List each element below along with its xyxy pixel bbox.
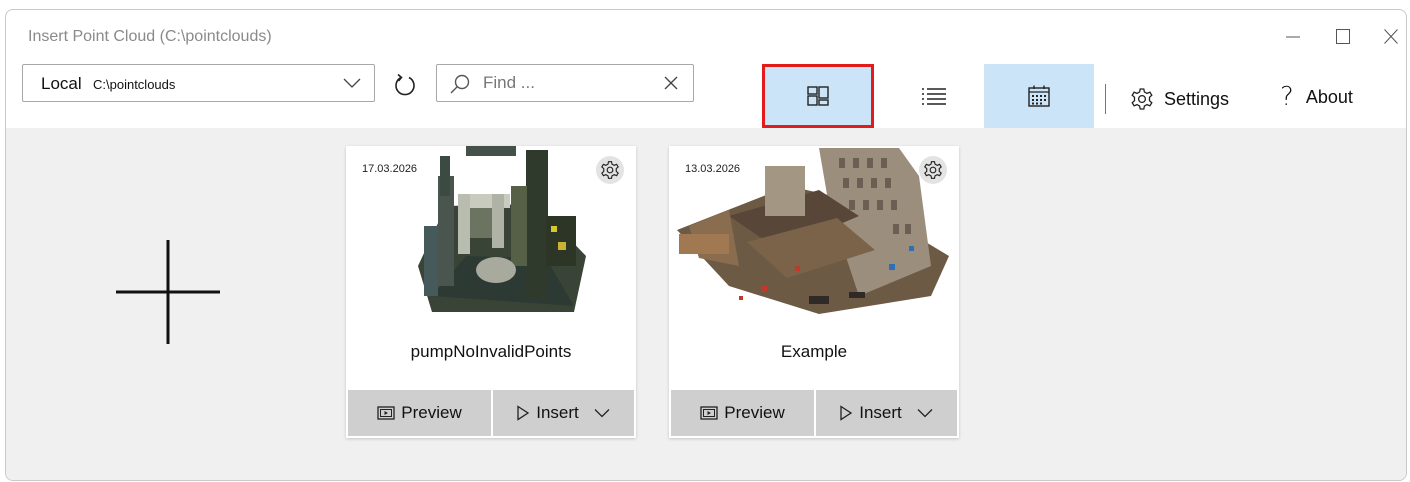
insert-point-cloud-window: Insert Point Cloud (C:\pointclouds) Loca…	[5, 9, 1407, 481]
point-cloud-thumbnail: 13.03.2026	[669, 146, 959, 316]
card-settings-button[interactable]	[596, 156, 624, 184]
maximize-icon	[1336, 29, 1350, 44]
preview-button[interactable]: Preview	[348, 390, 491, 436]
refresh-button[interactable]	[392, 72, 418, 98]
search-icon	[450, 74, 470, 94]
close-icon	[1384, 29, 1398, 44]
location-dropdown[interactable]: Local C:\pointclouds	[22, 64, 375, 102]
about-button[interactable]: ? About	[1280, 82, 1353, 112]
preview-button[interactable]: Preview	[671, 390, 814, 436]
search-box[interactable]	[436, 64, 694, 102]
point-cloud-card[interactable]: 17.03.2026 pumpNoInvalidPoints Preview I…	[346, 146, 636, 438]
calendar-icon	[1028, 85, 1050, 107]
card-date: 13.03.2026	[683, 162, 743, 176]
about-label: About	[1305, 86, 1353, 107]
toolbar-separator	[1105, 84, 1106, 114]
toolbar: Local C:\pointclouds Find ... Settings ?…	[6, 60, 1406, 128]
chevron-down-icon[interactable]	[916, 407, 934, 419]
preview-icon	[700, 406, 718, 420]
location-path: C:\pointclouds	[93, 77, 176, 92]
chevron-down-icon[interactable]	[593, 407, 611, 419]
card-actions: Preview Insert	[671, 390, 957, 436]
insert-label: Insert	[859, 403, 902, 422]
tile-view-button[interactable]	[762, 64, 874, 128]
chevron-down-icon	[343, 78, 361, 88]
preview-icon	[377, 406, 395, 420]
clear-search-icon[interactable]	[663, 75, 679, 91]
card-settings-button[interactable]	[919, 156, 947, 184]
gear-icon	[601, 161, 619, 179]
point-cloud-thumbnail: 17.03.2026	[346, 146, 636, 316]
card-name: pumpNoInvalidPoints	[410, 342, 572, 361]
location-label: Local	[41, 74, 82, 93]
list-view-icon	[922, 88, 946, 105]
preview-label: Preview	[724, 403, 785, 422]
close-button[interactable]	[1376, 24, 1406, 50]
list-view-button[interactable]	[886, 64, 982, 128]
title-bar: Insert Point Cloud (C:\pointclouds)	[6, 10, 1406, 60]
point-cloud-gallery: 17.03.2026 pumpNoInvalidPoints Preview I…	[6, 128, 1406, 480]
settings-button[interactable]: Settings	[1130, 84, 1229, 114]
gear-icon	[1131, 88, 1153, 110]
minimize-button[interactable]	[1278, 24, 1308, 50]
maximize-button[interactable]	[1328, 24, 1358, 50]
minimize-icon	[1286, 36, 1300, 38]
window-title: Insert Point Cloud (C:\pointclouds)	[28, 28, 272, 45]
question-icon: ?	[1280, 82, 1294, 112]
sort-by-date-button[interactable]	[984, 64, 1094, 128]
settings-label: Settings	[1164, 88, 1230, 109]
card-date: 17.03.2026	[360, 162, 420, 176]
refresh-icon	[395, 73, 415, 96]
insert-button[interactable]: Insert	[816, 390, 957, 436]
search-input[interactable]	[483, 71, 653, 95]
insert-label: Insert	[536, 403, 579, 422]
play-icon	[517, 405, 530, 421]
insert-button[interactable]: Insert	[493, 390, 634, 436]
add-point-cloud-button[interactable]	[114, 238, 222, 346]
plus-icon	[116, 240, 220, 344]
card-actions: Preview Insert	[348, 390, 634, 436]
gear-icon	[924, 161, 942, 179]
tile-view-icon	[807, 86, 829, 106]
play-icon	[840, 405, 853, 421]
preview-label: Preview	[401, 403, 462, 422]
card-name: Example	[780, 342, 848, 361]
point-cloud-card[interactable]: 13.03.2026 Example Preview Insert	[669, 146, 959, 438]
